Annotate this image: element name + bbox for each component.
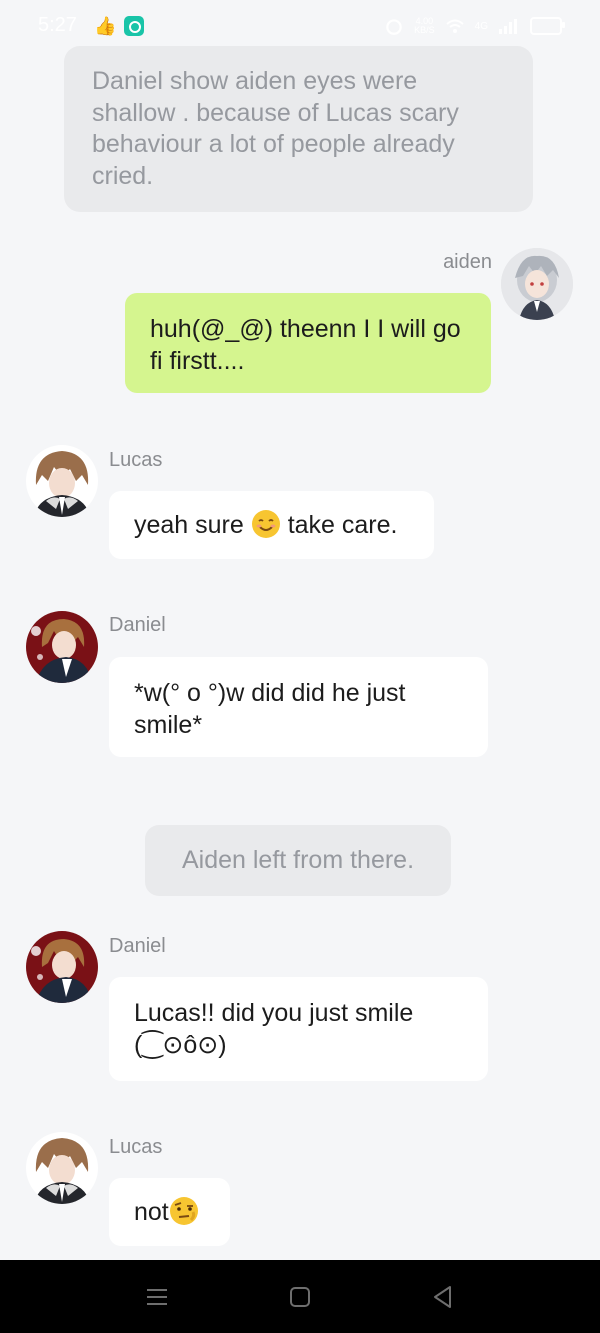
menu-icon[interactable]	[142, 1282, 172, 1312]
message-text-after-emoji: take care.	[280, 511, 398, 539]
sender-name: Lucas	[109, 449, 163, 471]
message-text: huh(@_@) theenn I I will go fi firstt...…	[150, 315, 461, 375]
narration-text: Aiden left from there.	[181, 846, 415, 874]
smiling-face-icon	[251, 510, 280, 538]
message-bubble-outgoing[interactable]: huh(@_@) theenn I I will go fi firstt...…	[125, 293, 491, 393]
chat-view[interactable]: Daniel show aiden eyes were shallow . be…	[0, 0, 600, 1260]
message-text: Lucas!! did you just smile (⁐⊙ô⊙)	[134, 999, 414, 1059]
sender-name: Daniel	[109, 935, 166, 957]
narration-text: Daniel show aiden eyes were shallow . be…	[92, 67, 459, 190]
narration-bubble: Aiden left from there.	[145, 825, 451, 896]
avatar[interactable]	[501, 248, 573, 320]
message-bubble-incoming[interactable]: yeah sure take care.	[109, 491, 434, 559]
message-text: yeah sure	[134, 511, 251, 539]
sender-name: aiden	[443, 251, 492, 273]
message-bubble-incoming[interactable]: Lucas!! did you just smile (⁐⊙ô⊙)	[109, 977, 488, 1081]
message-bubble-incoming[interactable]: *w(° o °)w did did he just smile*	[109, 657, 488, 757]
raised-eyebrow-face-icon	[169, 1197, 198, 1225]
avatar[interactable]	[26, 611, 98, 683]
avatar[interactable]	[26, 931, 98, 1003]
narration-bubble: Daniel show aiden eyes were shallow . be…	[64, 46, 533, 212]
avatar[interactable]	[26, 445, 98, 517]
message-bubble-incoming[interactable]: not	[109, 1178, 230, 1246]
navigation-bar	[0, 1260, 600, 1333]
sender-name: Daniel	[109, 614, 166, 636]
sender-name: Lucas	[109, 1136, 163, 1158]
back-icon[interactable]	[428, 1282, 458, 1312]
message-text: not	[134, 1198, 169, 1226]
home-icon[interactable]	[285, 1282, 315, 1312]
avatar[interactable]	[26, 1132, 98, 1204]
message-text: *w(° o °)w did did he just smile*	[134, 679, 406, 739]
